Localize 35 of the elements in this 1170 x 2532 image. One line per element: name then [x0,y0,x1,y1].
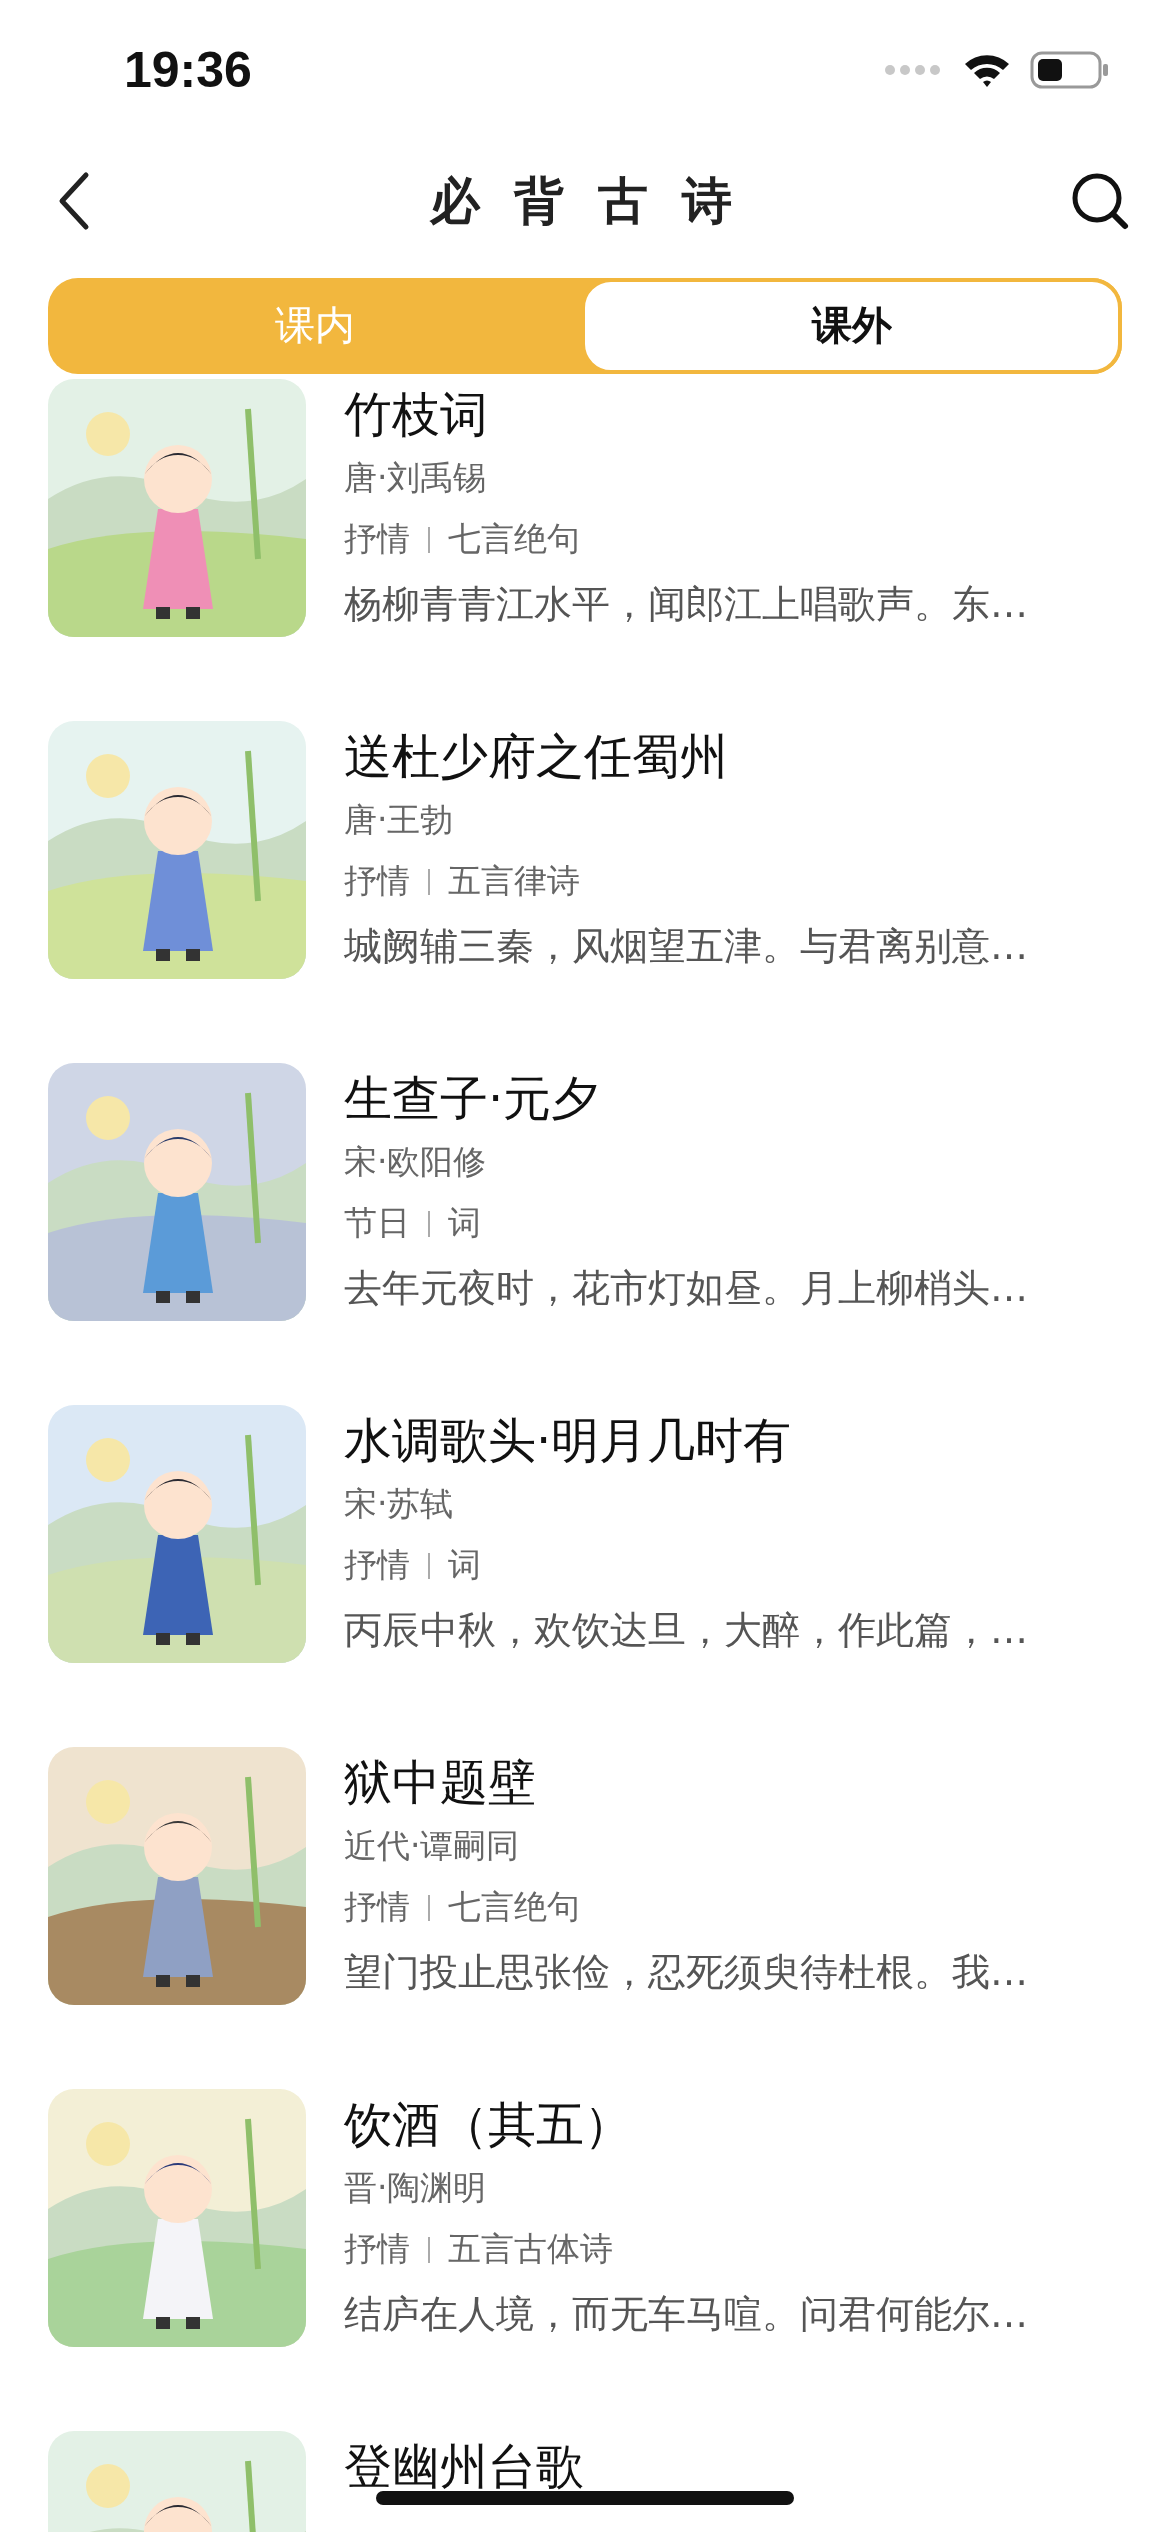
poem-excerpt: 望门投止思张俭，忍死须臾待杜根。我… [344,1948,1028,1996]
poem-tag: 抒情 [344,1885,410,1931]
poem-tag: 五言律诗 [448,859,580,905]
poem-excerpt: 杨柳青青江水平，闻郎江上唱歌声。东… [344,580,1028,628]
poem-author: 晋·陶渊明 [344,2166,488,2209]
poem-tag: 词 [448,1543,481,1589]
poem-title[interactable]: 狱中题壁 [344,1752,1028,1811]
page-title: 必背古诗 [430,169,766,232]
poem-tag: 五言古体诗 [448,2227,613,2273]
poem-tag: 抒情 [344,517,410,563]
poem-title[interactable]: 水调歌头·明月几时有 [344,1410,1028,1469]
poem-excerpt: 丙辰中秋，欢饮达旦，大醉，作此篇，… [344,1606,1028,1654]
poem-title[interactable]: 竹枝词 [344,384,1028,443]
poem-title[interactable]: 生查子·元夕 [344,1068,1028,1127]
poem-author: 近代·谭嗣同 [344,1824,521,1867]
poem-author: 宋·欧阳修 [344,1140,488,1183]
poem-title[interactable]: 饮酒（其五） [344,2094,1028,2153]
poem-excerpt: 城阙辅三秦，风烟望五津。与君离别意… [344,922,1028,970]
poem-tag: 抒情 [344,2227,410,2273]
poem-tag: 七言绝句 [448,1885,580,1931]
battery-icon [1030,49,1110,90]
poem-tag: 抒情 [344,1543,410,1589]
poem-excerpt: 去年元夜时，花市灯如昼。月上柳梢头… [344,1264,1028,1312]
poem-author: 唐·王勃 [344,798,455,841]
poem-tag: 节日 [344,1201,410,1247]
poem-tag: 抒情 [344,859,410,905]
search-icon[interactable] [1070,171,1130,232]
poem-author: 唐·刘禹锡 [344,456,488,499]
poem-title[interactable]: 送杜少府之任蜀州 [344,726,1028,785]
poem-author: 宋·苏轼 [344,1482,455,1525]
poem-tag: 七言绝句 [448,517,580,563]
poem-excerpt: 结庐在人境，而无车马喧。问君何能尔… [344,2290,1028,2338]
poem-title[interactable]: 登幽州台歌 [344,2436,584,2495]
status-time: 19:36 [124,40,252,99]
poem-tag: 词 [448,1201,481,1247]
